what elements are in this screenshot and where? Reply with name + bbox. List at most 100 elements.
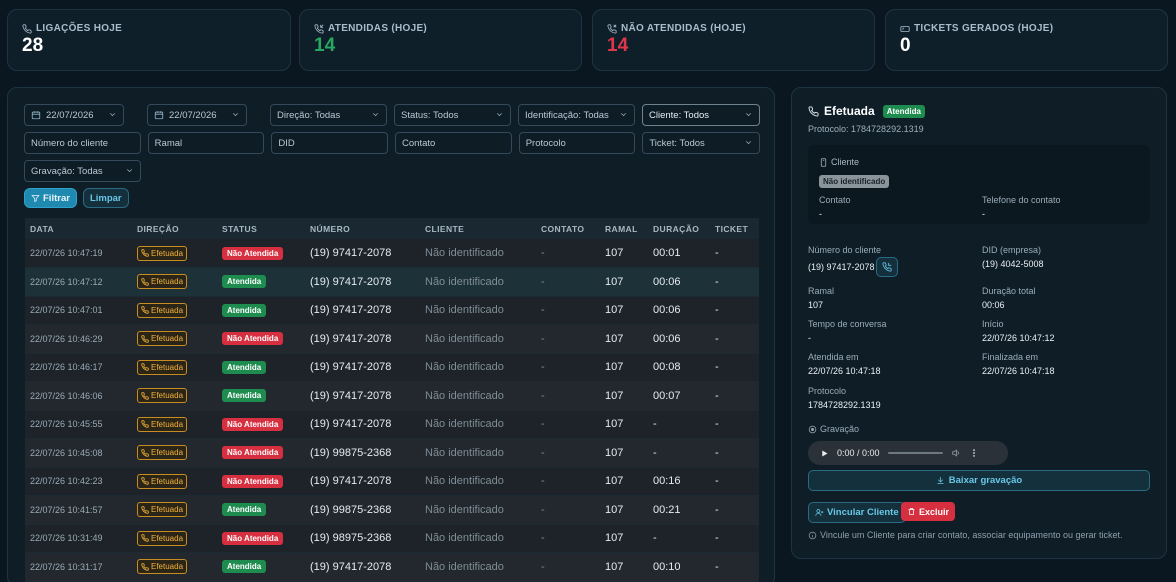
- cell-contact: -: [536, 495, 600, 525]
- date-from-input[interactable]: 22/07/2026: [24, 104, 124, 126]
- date-to-input[interactable]: 22/07/2026: [147, 104, 247, 126]
- delete-button[interactable]: Excluir: [901, 502, 956, 521]
- cell-extension: 107: [600, 438, 648, 468]
- filter-button[interactable]: Filtrar: [24, 188, 77, 208]
- info-icon: [808, 531, 817, 539]
- extension-input[interactable]: Ramal: [147, 132, 265, 154]
- stat-label: NÃO ATENDIDAS (HOJE): [621, 23, 746, 34]
- status-badge: Atendida: [222, 275, 267, 289]
- cell-status: Não Atendida: [217, 239, 305, 268]
- client-section: Cliente Não identificado Contato - Telef…: [808, 145, 1150, 224]
- chevron-down-icon: [745, 113, 752, 117]
- cell-ticket: -: [710, 495, 759, 525]
- status-badge: Não Atendida: [222, 332, 284, 346]
- download-recording-label: Baixar gravação: [948, 475, 1023, 486]
- stat-value: 14: [314, 35, 336, 56]
- clear-button[interactable]: Limpar: [82, 188, 129, 208]
- download-recording-button[interactable]: Baixar gravação: [808, 470, 1150, 491]
- stat-card-tickets-today: TICKETS GERADOS (HOJE) 0: [885, 9, 1168, 71]
- cell-ticket: -: [710, 296, 759, 325]
- ticket-select-value: Ticket: Todos: [649, 137, 705, 149]
- status-badge: Não Atendida: [222, 246, 284, 260]
- did-input[interactable]: DID: [271, 132, 389, 154]
- col-header-direction[interactable]: DIREÇÃO: [132, 218, 217, 239]
- table-row[interactable]: 22/07/26 10:31:49 Efetuada Não Atendida (19…: [25, 524, 759, 553]
- audio-progress-track[interactable]: [887, 452, 943, 454]
- cell-status: Não Atendida: [217, 324, 305, 354]
- phone-outgoing-icon: [141, 306, 149, 314]
- client-number-input[interactable]: Número do cliente: [24, 132, 141, 154]
- table-row[interactable]: 22/07/26 10:47:12 Efetuada Atendida (19) 97…: [25, 267, 759, 297]
- cell-client: Não identificado: [420, 524, 536, 553]
- record-icon: [808, 425, 817, 433]
- volume-icon[interactable]: [951, 448, 961, 458]
- cell-date: 22/07/26 10:47:01: [25, 296, 132, 325]
- identification-select[interactable]: Identificação: Todas: [518, 104, 635, 126]
- contact-value: -: [819, 209, 822, 219]
- table-row[interactable]: 22/07/26 10:46:29 Efetuada Não Atendida (19…: [25, 324, 759, 354]
- recording-select[interactable]: Gravação: Todas: [24, 160, 141, 182]
- table-row[interactable]: 22/07/26 10:47:01 Efetuada Atendida (19) 97…: [25, 296, 759, 325]
- audio-player: 0:00 / 0:00: [808, 441, 1008, 465]
- table-row[interactable]: 22/07/26 10:46:06 Efetuada Atendida (19) 97…: [25, 381, 759, 411]
- cell-number: (19) 98975-2368: [305, 524, 420, 553]
- stat-value: 28: [22, 35, 44, 56]
- direction-badge-label: Efetuada: [151, 533, 184, 543]
- table-row[interactable]: 22/07/26 10:31:17 Efetuada Atendida (19) 97…: [25, 552, 759, 582]
- table-row[interactable]: 22/07/26 10:42:23 Efetuada Não Atendida (19…: [25, 467, 759, 496]
- phone-incoming-icon: [314, 23, 324, 34]
- table-row[interactable]: 22/07/26 10:47:19 Efetuada Não Atendida (19…: [25, 239, 759, 268]
- more-vertical-icon[interactable]: [969, 448, 979, 458]
- audio-time: 0:00 / 0:00: [837, 448, 880, 458]
- date-from-value: 22/07/2026: [46, 109, 94, 121]
- phone-outgoing-icon: [141, 278, 149, 286]
- col-header-number[interactable]: NÚMERO: [305, 218, 420, 239]
- cell-number: (19) 97417-2078: [305, 410, 420, 439]
- table-row[interactable]: 22/07/26 10:45:08 Efetuada Não Atendida (19…: [25, 438, 759, 468]
- status-badge: Não Atendida: [222, 531, 284, 545]
- table-row[interactable]: 22/07/26 10:41:57 Efetuada Atendida (19) 99…: [25, 495, 759, 525]
- contact-input[interactable]: Contato: [395, 132, 512, 154]
- phone-call-icon: [882, 262, 892, 272]
- cell-client: Não identificado: [420, 267, 536, 297]
- cell-extension: 107: [600, 324, 648, 354]
- contact-label: Contato: [819, 195, 851, 205]
- protocol-input[interactable]: Protocolo: [518, 132, 636, 154]
- col-header-contact[interactable]: CONTATO: [536, 218, 600, 239]
- client-select[interactable]: Cliente: Todos: [642, 104, 760, 126]
- direction-badge: Efetuada: [137, 416, 188, 432]
- start-label: Início: [982, 319, 1004, 329]
- col-header-date[interactable]: DATA: [25, 218, 132, 239]
- link-client-button[interactable]: Vincular Cliente: [808, 502, 906, 523]
- direction-badge: Efetuada: [137, 530, 188, 546]
- col-header-duration[interactable]: DURAÇÃO: [648, 218, 710, 239]
- extension-label: Ramal: [808, 286, 835, 296]
- user-plus-icon: [815, 509, 824, 516]
- direction-badge-label: Efetuada: [151, 305, 184, 315]
- phone-outgoing-icon: [141, 449, 149, 457]
- cell-number: (19) 97417-2078: [305, 467, 420, 496]
- table-row[interactable]: 22/07/26 10:46:17 Efetuada Atendida (19) 97…: [25, 353, 759, 382]
- stat-card-missed-today: NÃO ATENDIDAS (HOJE) 14: [592, 9, 875, 71]
- col-header-client[interactable]: CLIENTE: [420, 218, 536, 239]
- status-badge: Atendida: [882, 104, 925, 118]
- client-icon: [820, 157, 827, 167]
- table-row[interactable]: 22/07/26 10:45:55 Efetuada Não Atendida (19…: [25, 410, 759, 439]
- direction-select[interactable]: Direção: Todas: [270, 104, 387, 126]
- col-header-ticket[interactable]: TICKET: [710, 218, 759, 239]
- date-to-value: 22/07/2026: [169, 109, 217, 121]
- col-header-extension[interactable]: RAMAL: [600, 218, 648, 239]
- phone-outgoing-icon: [141, 392, 149, 400]
- play-icon[interactable]: [820, 449, 829, 458]
- cell-status: Atendida: [217, 353, 305, 382]
- client-number-label: Número do cliente: [808, 245, 882, 255]
- status-select[interactable]: Status: Todos: [394, 104, 511, 126]
- direction-badge-label: Efetuada: [151, 505, 184, 515]
- cell-ticket: -: [710, 353, 759, 382]
- call-client-button[interactable]: [876, 257, 898, 277]
- cell-date: 22/07/26 10:31:49: [25, 524, 132, 553]
- direction-badge-label: Efetuada: [151, 334, 184, 344]
- extension-value: 107: [808, 300, 824, 310]
- ticket-select[interactable]: Ticket: Todos: [642, 132, 761, 154]
- col-header-status[interactable]: STATUS: [217, 218, 305, 239]
